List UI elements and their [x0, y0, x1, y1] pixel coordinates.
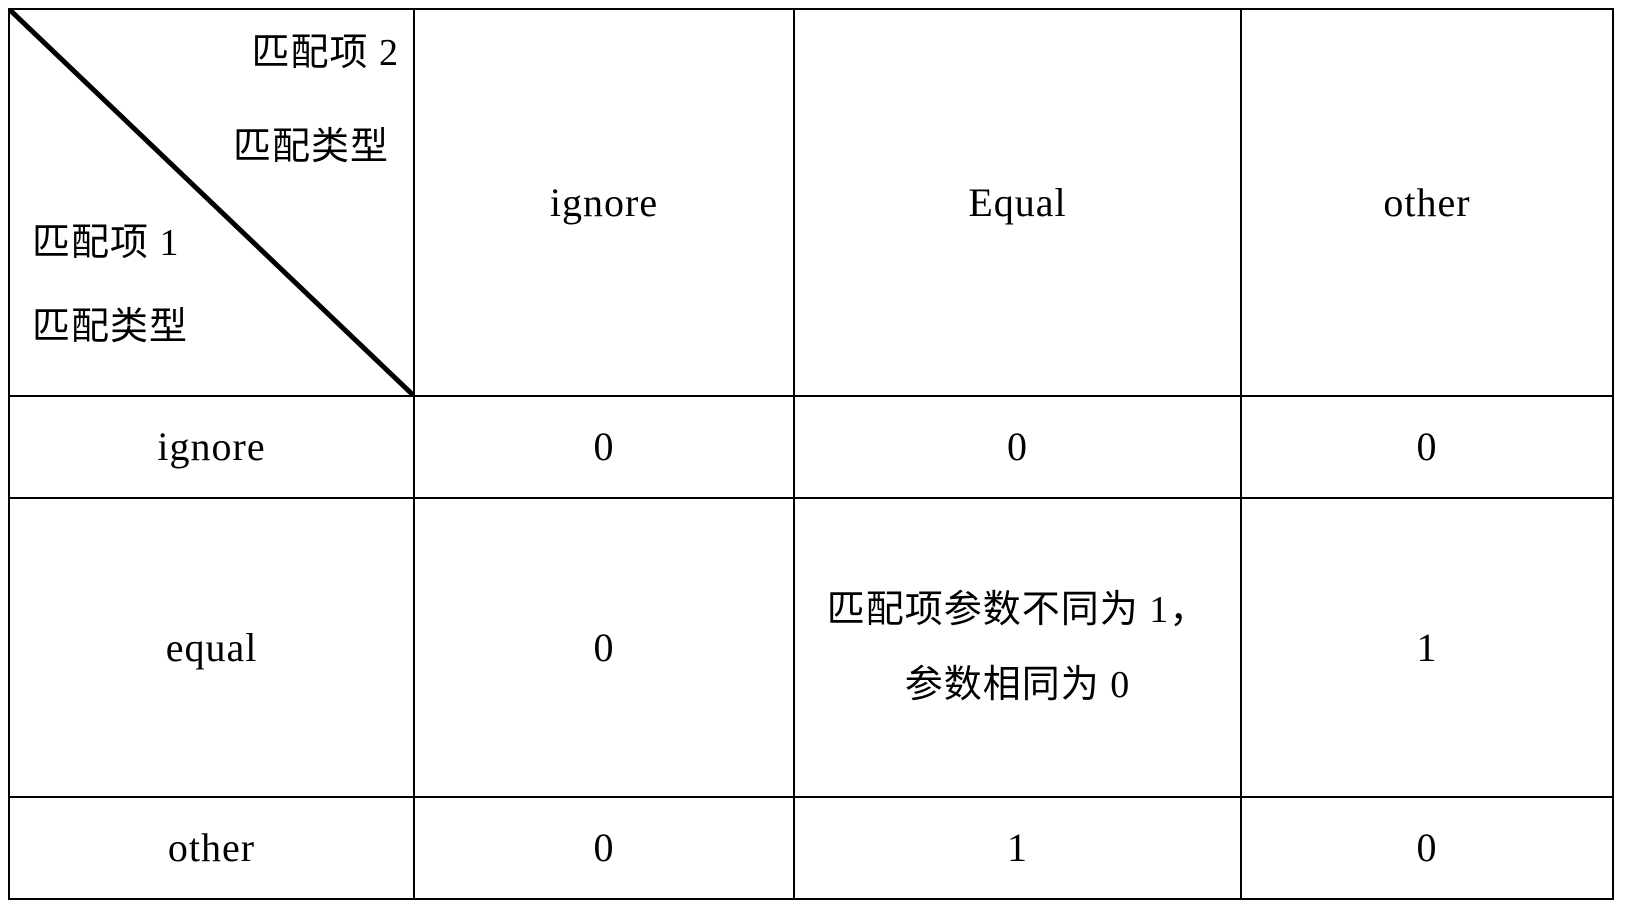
table-row: equal 0 匹配项参数不同为 1，参数相同为 0 1 [8, 497, 1614, 798]
corner-row-axis-line1: 匹配项 1 [32, 222, 180, 264]
corner-column-axis-line2: 匹配类型 [232, 126, 389, 168]
corner-header-cell: 匹配项 2 匹配类型 匹配项 1 匹配类型 [8, 8, 415, 397]
cell-equal-equal: 匹配项参数不同为 1，参数相同为 0 [793, 497, 1242, 798]
cell-ignore-other: 0 [1240, 395, 1614, 499]
cell-equal-other: 1 [1240, 497, 1614, 798]
cell-ignore-ignore: 0 [413, 395, 795, 499]
column-header-ignore: ignore [413, 8, 795, 397]
matrix-table: 匹配项 2 匹配类型 匹配项 1 匹配类型 ignore Equal other [8, 8, 1614, 900]
corner-column-axis-line1: 匹配项 2 [251, 32, 399, 74]
cell-ignore-equal: 0 [793, 395, 1242, 499]
column-header-equal: Equal [793, 8, 1242, 397]
column-header-other: other [1240, 8, 1614, 397]
cell-value: 0 [593, 424, 615, 469]
corner-row-axis-line2: 匹配类型 [32, 306, 189, 348]
column-header-label: ignore [549, 179, 659, 225]
cell-other-equal: 1 [793, 796, 1242, 900]
row-header-label: other [167, 825, 256, 870]
cell-other-other: 0 [1240, 796, 1614, 900]
corner-inner: 匹配项 2 匹配类型 匹配项 1 匹配类型 [10, 10, 413, 395]
matching-type-matrix: 匹配项 2 匹配类型 匹配项 1 匹配类型 ignore Equal other [8, 8, 1614, 900]
cell-value: 0 [1007, 424, 1028, 469]
row-header-other: other [8, 796, 415, 900]
table-row: ignore 0 0 0 [8, 395, 1614, 499]
table-row: other 0 1 0 [8, 796, 1614, 900]
row-header-ignore: ignore [8, 395, 415, 499]
table-header-row: 匹配项 2 匹配类型 匹配项 1 匹配类型 ignore Equal other [8, 8, 1614, 397]
row-header-label: equal [165, 624, 258, 670]
cell-equal-ignore: 0 [413, 497, 795, 798]
cell-other-ignore: 0 [413, 796, 795, 900]
column-header-label: Equal [968, 179, 1067, 225]
cell-value: 0 [1416, 424, 1438, 469]
row-header-label: ignore [157, 424, 266, 469]
cell-value: 0 [1416, 825, 1438, 870]
column-header-label: other [1383, 179, 1471, 225]
cell-value: 1 [1007, 825, 1028, 870]
cell-value: 0 [593, 624, 615, 670]
cell-value: 0 [593, 825, 615, 870]
cell-value: 匹配项参数不同为 1，参数相同为 0 [826, 589, 1209, 706]
row-header-equal: equal [8, 497, 415, 798]
cell-value: 1 [1416, 624, 1438, 670]
